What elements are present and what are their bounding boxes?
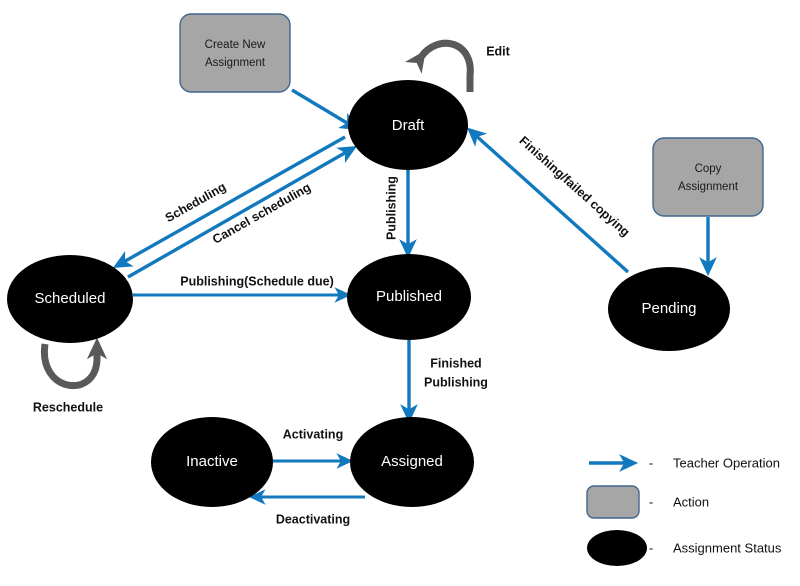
state-node-pending-label: Pending	[641, 300, 696, 317]
legend-separator-2: -	[649, 494, 653, 509]
state-diagram-canvas: Edit Scheduling Cancel scheduling Resche…	[0, 0, 800, 586]
edge-scheduled-self: Reschedule	[33, 337, 108, 414]
state-node-assigned-label: Assigned	[381, 453, 443, 470]
edge-label-scheduling: Scheduling	[163, 180, 229, 225]
action-copy-assignment-shape[interactable]	[652, 137, 764, 217]
edge-label-activating: Activating	[283, 427, 343, 441]
edge-inactive-to-assigned: Activating	[272, 427, 354, 469]
edge-label-finished: Finished	[430, 356, 481, 370]
state-node-published[interactable]: Published	[347, 254, 471, 340]
legend-action-swatch	[586, 485, 640, 519]
legend-item-assignment-status: - Assignment Status	[587, 530, 782, 566]
state-node-published-label: Published	[376, 288, 442, 305]
action-copy-assignment[interactable]: Copy Assignment	[652, 137, 764, 217]
action-create-new-assignment-line2: Assignment	[205, 57, 266, 69]
legend-label-assignment-status: Assignment Status	[673, 540, 782, 555]
edge-label-draft-edit-self: Edit	[486, 44, 510, 58]
legend-label-teacher-operation: Teacher Operation	[673, 455, 780, 470]
state-node-pending[interactable]: Pending	[608, 267, 730, 351]
edge-label-publishing: Publishing	[384, 176, 398, 240]
legend-item-action: - Action	[586, 485, 709, 519]
state-node-inactive-label: Inactive	[186, 453, 238, 470]
action-create-new-assignment-shape[interactable]	[179, 13, 291, 93]
legend-separator-1: -	[649, 455, 653, 470]
state-node-assigned[interactable]: Assigned	[350, 417, 474, 507]
state-node-scheduled[interactable]: Scheduled	[7, 255, 133, 343]
action-create-new-assignment-line1: Create New	[205, 39, 266, 51]
state-node-inactive[interactable]: Inactive	[151, 417, 273, 507]
legend-status-swatch	[587, 530, 647, 566]
legend-label-action: Action	[673, 494, 709, 509]
action-create-new-assignment[interactable]: Create New Assignment	[179, 13, 291, 93]
edge-scheduled-to-published: Publishing(Schedule due)	[133, 274, 352, 303]
action-copy-assignment-line2: Assignment	[678, 181, 739, 193]
legend-separator-3: -	[649, 540, 653, 555]
action-copy-assignment-line1: Copy	[695, 163, 722, 175]
edge-scheduled-to-draft: Cancel scheduling	[127, 145, 358, 279]
state-node-scheduled-label: Scheduled	[35, 290, 106, 307]
edge-assigned-to-inactive: Deactivating	[248, 489, 365, 526]
edge-label-reschedule: Reschedule	[33, 400, 103, 414]
legend-item-teacher-operation: - Teacher Operation	[589, 454, 780, 472]
edge-published-to-assigned: Finished Publishing	[400, 338, 488, 424]
edge-label-deactivating: Deactivating	[276, 512, 350, 526]
legend: - Teacher Operation - Action - Assignmen…	[586, 454, 782, 566]
state-node-draft[interactable]: Draft	[348, 80, 468, 170]
edge-label-publishing-schedule-due: Publishing(Schedule due)	[180, 274, 333, 288]
edge-pending-to-draft: Finishing/failed copying	[466, 127, 632, 274]
edge-draft-to-scheduled: Scheduling	[112, 135, 346, 269]
state-node-draft-label: Draft	[392, 117, 425, 134]
edge-label-publishing-2: Publishing	[424, 375, 488, 389]
diagram-svg: Edit Scheduling Cancel scheduling Resche…	[7, 13, 782, 566]
edge-create-to-draft	[291, 88, 359, 131]
edge-draft-to-published: Publishing	[384, 166, 417, 259]
